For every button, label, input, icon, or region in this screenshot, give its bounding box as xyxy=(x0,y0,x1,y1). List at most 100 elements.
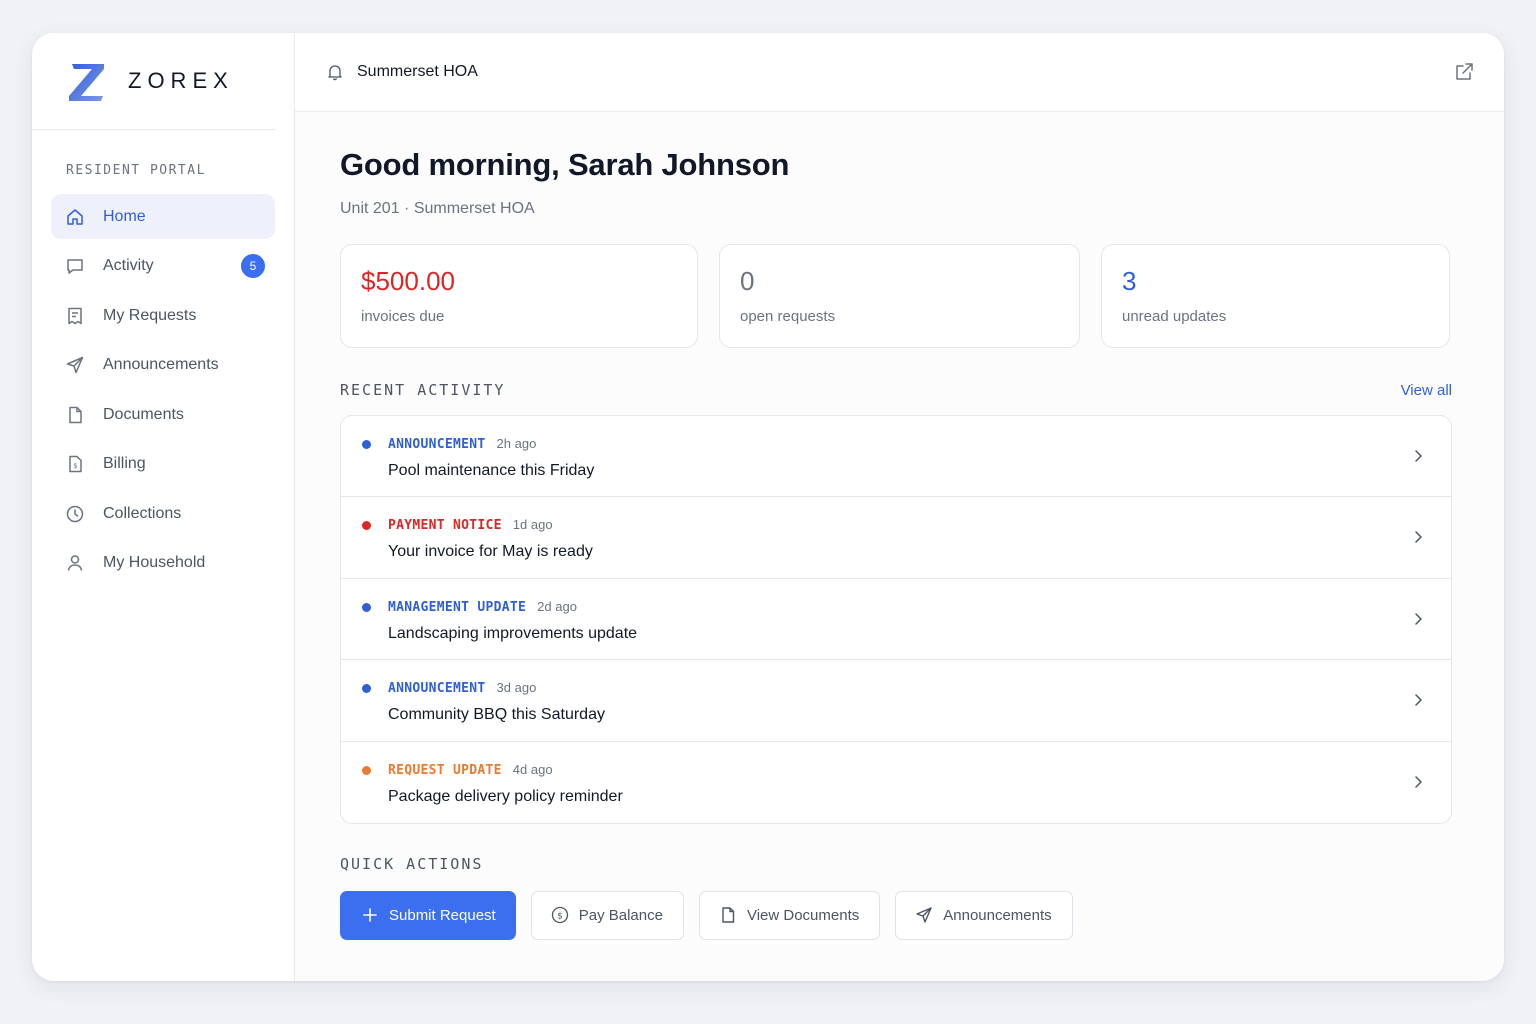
activity-item[interactable]: REQUEST UPDATE 4d ago Package delivery p… xyxy=(341,742,1451,823)
sidebar-nav: Home Activity 5 My Requests Announcement… xyxy=(32,194,294,586)
stat-label: invoices due xyxy=(361,308,445,325)
org-name: Summerset HOA xyxy=(357,63,478,80)
activity-title: Pool maintenance this Friday xyxy=(388,462,595,479)
submit-request-button[interactable]: Submit Request xyxy=(340,890,516,940)
recent-activity-title: RECENT ACTIVITY xyxy=(340,381,506,399)
chevron-right-icon xyxy=(1409,773,1427,791)
plus-icon xyxy=(361,906,379,924)
unit-subtitle: Unit 201 · Summerset HOA xyxy=(340,200,535,217)
activity-item[interactable]: PAYMENT NOTICE 1d ago Your invoice for M… xyxy=(341,497,1451,579)
sidebar-item-collections[interactable]: Collections xyxy=(51,491,275,536)
document-icon xyxy=(719,906,737,924)
sidebar: ZOREX RESIDENT PORTAL Home Activity 5 My… xyxy=(32,33,295,981)
button-label: Announcements xyxy=(943,906,1052,924)
svg-text:$: $ xyxy=(557,912,563,922)
quick-actions: Submit Request $ Pay Balance View Docume… xyxy=(340,890,1452,940)
activity-type: MANAGEMENT UPDATE xyxy=(388,599,527,615)
activity-time: 2d ago xyxy=(537,598,577,614)
zorex-logo-icon xyxy=(68,60,106,102)
activity-list: ANNOUNCEMENT 2h ago Pool maintenance thi… xyxy=(340,415,1452,824)
sidebar-item-label: Home xyxy=(103,207,146,225)
status-dot xyxy=(362,684,371,694)
activity-time: 2h ago xyxy=(496,436,537,451)
sidebar-item-home[interactable]: Home xyxy=(51,194,275,239)
chevron-right-icon xyxy=(1409,447,1427,465)
brand[interactable]: ZOREX xyxy=(32,33,276,130)
status-dot xyxy=(362,765,371,775)
quick-actions-title: QUICK ACTIONS xyxy=(340,854,484,873)
stat-value: $500.00 xyxy=(361,266,455,296)
sidebar-item-label: Activity xyxy=(103,257,154,274)
status-dot xyxy=(362,521,371,531)
status-dot xyxy=(362,602,371,612)
activity-item[interactable]: ANNOUNCEMENT 3d ago Community BBQ this S… xyxy=(341,660,1451,742)
activity-type: PAYMENT NOTICE xyxy=(388,518,502,534)
sidebar-item-label: Collections xyxy=(103,504,182,522)
brand-name: ZOREX xyxy=(128,68,234,93)
activity-title: Community BBQ this Saturday xyxy=(388,706,605,724)
sidebar-item-my-household[interactable]: My Household xyxy=(51,541,275,586)
button-label: Submit Request xyxy=(389,906,496,924)
svg-text:$: $ xyxy=(73,462,77,470)
chevron-right-icon xyxy=(1409,528,1427,546)
activity-count-badge: 5 xyxy=(241,254,265,278)
external-link-icon[interactable] xyxy=(1453,61,1475,83)
sidebar-item-billing[interactable]: $ Billing xyxy=(51,442,275,487)
document-icon xyxy=(65,405,85,425)
user-icon xyxy=(65,553,85,573)
stat-label: unread updates xyxy=(1122,308,1227,325)
sidebar-section-label: RESIDENT PORTAL xyxy=(66,163,206,178)
stat-card-open-requests[interactable]: 0 open requests xyxy=(719,244,1080,348)
sidebar-item-announcements[interactable]: Announcements xyxy=(51,343,275,388)
activity-item[interactable]: ANNOUNCEMENT 2h ago Pool maintenance thi… xyxy=(341,416,1451,498)
billing-icon: $ xyxy=(65,454,85,474)
chat-icon xyxy=(65,256,85,276)
stats-row: $500.00 invoices due 0 open requests 3 u… xyxy=(340,244,1452,348)
view-all-link[interactable]: View all xyxy=(1401,382,1452,399)
recent-activity-header: RECENT ACTIVITY View all xyxy=(340,381,1452,399)
activity-time: 3d ago xyxy=(496,680,537,696)
announcements-button[interactable]: Announcements xyxy=(895,890,1073,940)
activity-title: Landscaping improvements update xyxy=(388,624,638,642)
activity-type: REQUEST UPDATE xyxy=(388,762,502,778)
button-label: Pay Balance xyxy=(578,906,663,924)
dollar-circle-icon: $ xyxy=(551,906,569,924)
receipt-icon xyxy=(65,306,85,326)
stat-value: 3 xyxy=(1122,266,1137,296)
chevron-right-icon xyxy=(1409,610,1427,628)
page-title: Good morning, Sarah Johnson xyxy=(340,147,790,182)
sidebar-item-label: My Household xyxy=(103,554,206,571)
sidebar-item-activity[interactable]: Activity 5 xyxy=(51,244,275,289)
dashboard: Good morning, Sarah Johnson Unit 201 · S… xyxy=(295,147,1504,940)
main-content: Summerset HOA Good morning, Sarah Johnso… xyxy=(295,33,1504,981)
bell-icon[interactable] xyxy=(326,63,344,81)
activity-time: 4d ago xyxy=(512,761,553,777)
stat-card-unread-updates[interactable]: 3 unread updates xyxy=(1101,244,1450,348)
stat-label: open requests xyxy=(740,308,836,325)
sidebar-item-my-requests[interactable]: My Requests xyxy=(51,293,275,338)
send-icon xyxy=(915,906,933,924)
app-window: ZOREX RESIDENT PORTAL Home Activity 5 My… xyxy=(32,33,1504,981)
view-documents-button[interactable]: View Documents xyxy=(698,890,881,940)
button-label: View Documents xyxy=(746,906,860,924)
activity-title: Package delivery policy reminder xyxy=(388,787,623,805)
sidebar-item-label: Documents xyxy=(103,405,184,423)
clock-icon xyxy=(65,504,85,524)
home-icon xyxy=(65,207,85,227)
stat-card-invoices[interactable]: $500.00 invoices due xyxy=(340,244,698,348)
stat-value: 0 xyxy=(740,266,755,296)
sidebar-item-documents[interactable]: Documents xyxy=(51,392,275,437)
sidebar-item-label: Announcements xyxy=(103,356,219,373)
activity-item[interactable]: MANAGEMENT UPDATE 2d ago Landscaping imp… xyxy=(341,579,1451,661)
activity-type: ANNOUNCEMENT xyxy=(388,437,486,452)
status-dot xyxy=(362,440,371,449)
chevron-right-icon xyxy=(1409,691,1427,709)
activity-title: Your invoice for May is ready xyxy=(388,543,593,561)
activity-type: ANNOUNCEMENT xyxy=(388,681,486,697)
pay-balance-button[interactable]: $ Pay Balance xyxy=(530,890,684,940)
send-icon xyxy=(65,355,85,375)
topbar: Summerset HOA xyxy=(295,33,1504,112)
sidebar-item-label: Billing xyxy=(103,455,146,472)
activity-time: 1d ago xyxy=(512,517,553,533)
sidebar-item-label: My Requests xyxy=(103,306,197,324)
